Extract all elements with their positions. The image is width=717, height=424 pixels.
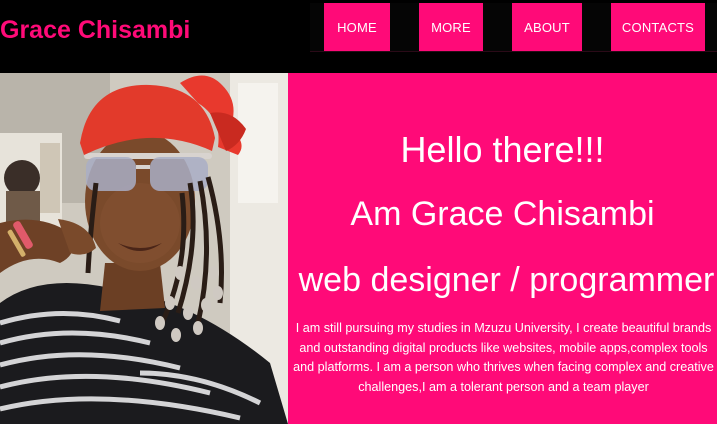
nav-contacts-button[interactable]: CONTACTS xyxy=(611,3,705,51)
profile-photo-illustration xyxy=(0,73,288,424)
nav-more-button[interactable]: MORE xyxy=(419,3,483,51)
hero-role: web designer / programmer xyxy=(298,261,715,299)
hero-name: Am Grace Chisambi xyxy=(350,195,655,233)
hero-bio: I am still pursuing my studies in Mzuzu … xyxy=(293,321,714,394)
site-header: Grace Chisambi HOME MORE ABOUT CONTACTS xyxy=(0,0,717,73)
nav-home-button[interactable]: HOME xyxy=(324,3,390,51)
brand-name[interactable]: Grace Chisambi xyxy=(0,16,190,45)
hero-greeting: Hello there!!! xyxy=(400,129,605,170)
hero-section: Hello there!!! Am Grace Chisambi web des… xyxy=(288,73,717,424)
main-nav: HOME MORE ABOUT CONTACTS xyxy=(310,3,717,52)
nav-about-button[interactable]: ABOUT xyxy=(512,3,582,51)
profile-photo xyxy=(0,73,288,424)
